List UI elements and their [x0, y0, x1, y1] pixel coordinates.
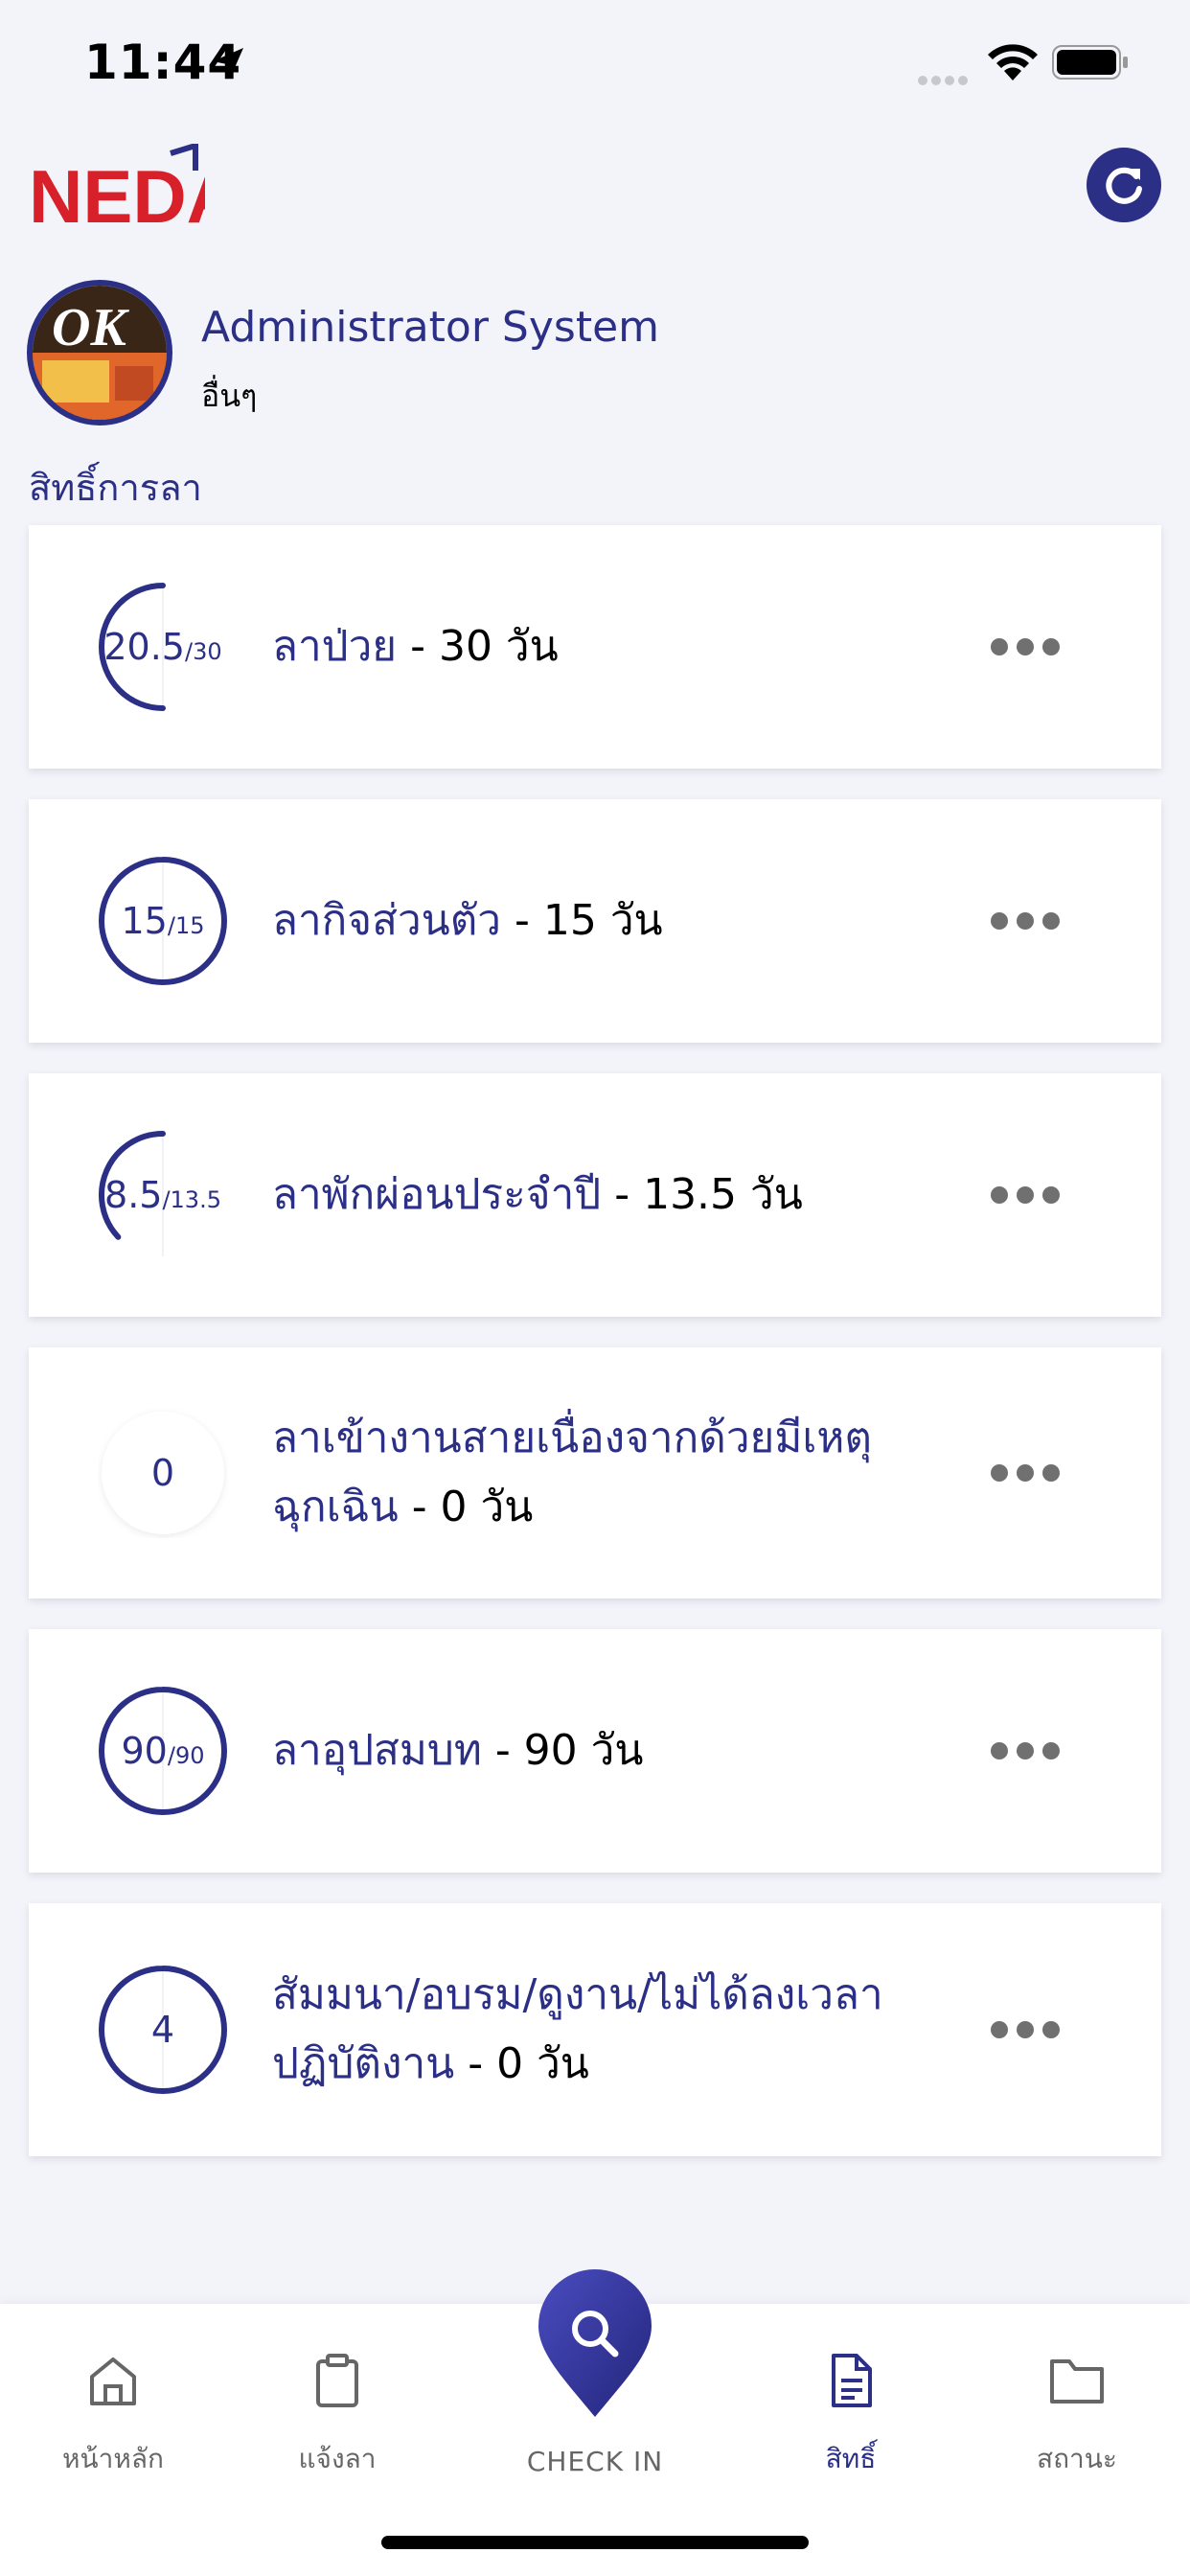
location-arrow-icon: [213, 48, 243, 79]
avatar: OK: [27, 280, 172, 426]
leave-days: - 0 วัน: [398, 1483, 534, 1531]
nav-status[interactable]: สถานะ: [981, 2352, 1173, 2480]
home-icon: [90, 2358, 136, 2405]
leave-card-sick[interactable]: 20.5/30 ลาป่วย - 30 วัน: [29, 525, 1161, 769]
nav-status-label: สถานะ: [1037, 2443, 1117, 2474]
leave-name-line2: ฉุกเฉิน: [272, 1483, 399, 1531]
leave-name-line1: สัมมนา/อบรม/ดูงาน/ไม่ได้ลงเวลา: [272, 1970, 883, 2019]
clipboard-icon: [316, 2354, 358, 2407]
ring-total: /90: [167, 1742, 205, 1769]
nav-rights-label: สิทธิ์: [825, 2443, 877, 2474]
ring-total: /30: [184, 638, 222, 665]
checkin-button[interactable]: [537, 2267, 653, 2421]
leave-name: ลาพักผ่อนประจำปี: [272, 1170, 602, 1219]
more-options-icon[interactable]: [991, 1739, 1060, 1762]
ring-value: 4: [150, 2009, 175, 2051]
leave-card-ordination[interactable]: 90/90 ลาอุปสมบท - 90 วัน: [29, 1629, 1161, 1873]
leave-days: - 30 วัน: [397, 622, 559, 671]
leave-days: - 0 วัน: [454, 2039, 589, 2088]
nav-leave-request[interactable]: แจ้งลา: [241, 2352, 433, 2480]
progress-ring: 4: [98, 1965, 228, 2095]
leave-days: - 15 วัน: [501, 896, 663, 945]
profile-name: Administrator System: [201, 303, 660, 352]
checkin-label: CHECK IN: [526, 2446, 664, 2477]
leave-name-line2: ปฏิบัติงาน: [272, 2039, 455, 2088]
more-options-icon[interactable]: [991, 1184, 1060, 1207]
leave-name-line1: ลาเข้างานสายเนื่องจากด้วยมีเหตุ: [272, 1414, 872, 1462]
leave-label: สัมมนา/อบรม/ดูงาน/ไม่ได้ลงเวลา ปฏิบัติงา…: [272, 1961, 943, 2099]
more-options-icon[interactable]: [991, 1461, 1060, 1484]
wifi-icon: [988, 44, 1038, 80]
leave-days: - 13.5 วัน: [601, 1170, 803, 1219]
leave-card-seminar[interactable]: 4 สัมมนา/อบรม/ดูงาน/ไม่ได้ลงเวลา ปฏิบัติ…: [29, 1903, 1161, 2156]
ring-value: 0: [150, 1452, 175, 1494]
ring-value: 15: [121, 900, 168, 942]
ring-total: /15: [167, 912, 205, 939]
nav-home-label: หน้าหลัก: [62, 2443, 164, 2474]
leave-label: ลาอุปสมบท - 90 วัน: [272, 1716, 943, 1785]
leave-card-personal[interactable]: 15/15 ลากิจส่วนตัว - 15 วัน: [29, 799, 1161, 1043]
leave-label: ลาเข้างานสายเนื่องจากด้วยมีเหตุ ฉุกเฉิน …: [272, 1404, 943, 1542]
avatar-text: OK: [52, 298, 129, 357]
document-icon: [832, 2354, 872, 2407]
battery-icon: [1052, 45, 1128, 80]
leave-label: ลากิจส่วนตัว - 15 วัน: [272, 886, 943, 955]
leave-list: 20.5/30 ลาป่วย - 30 วัน 15/15 ลากิจส่วนต…: [29, 525, 1161, 2187]
ring-value: 90: [121, 1730, 168, 1772]
refresh-button[interactable]: [1087, 148, 1161, 222]
leave-label: ลาพักผ่อนประจำปี - 13.5 วัน: [272, 1161, 943, 1230]
more-options-icon[interactable]: [991, 909, 1060, 932]
leave-name: ลากิจส่วนตัว: [272, 896, 502, 945]
leave-days: - 90 วัน: [481, 1726, 644, 1775]
progress-ring: 15/15: [98, 856, 228, 986]
ring-total: /13.5: [162, 1186, 221, 1213]
cellular-signal-icon: [918, 71, 972, 89]
leave-card-annual[interactable]: 8.5/13.5 ลาพักผ่อนประจำปี - 13.5 วัน: [29, 1073, 1161, 1317]
progress-ring: 0: [98, 1408, 228, 1538]
neda-logo: NEDA: [29, 144, 205, 230]
status-bar: 11:44: [0, 0, 1190, 134]
profile-role: อื่นๆ: [201, 378, 258, 414]
leave-name: ลาป่วย: [272, 622, 398, 671]
progress-ring: 90/90: [98, 1686, 228, 1816]
home-indicator: [381, 2536, 809, 2549]
folder-icon: [1050, 2359, 1104, 2404]
logo-text: NEDA: [29, 154, 205, 230]
nav-rights[interactable]: สิทธิ์: [755, 2352, 947, 2480]
leave-name: ลาอุปสมบท: [272, 1726, 482, 1775]
screen: 11:44 NEDA: [0, 0, 1190, 2576]
leave-card-late-emergency[interactable]: 0 ลาเข้างานสายเนื่องจากด้วยมีเหตุ ฉุกเฉิ…: [29, 1347, 1161, 1598]
progress-ring: 8.5/13.5: [98, 1130, 228, 1260]
section-title: สิทธิ์การลา: [29, 467, 202, 509]
nav-leave-request-label: แจ้งลา: [298, 2443, 377, 2474]
leave-label: ลาป่วย - 30 วัน: [272, 612, 943, 681]
more-options-icon[interactable]: [991, 635, 1060, 658]
nav-home[interactable]: หน้าหลัก: [17, 2352, 209, 2480]
progress-ring: 20.5/30: [98, 582, 228, 712]
ring-value: 8.5: [104, 1174, 163, 1216]
more-options-icon[interactable]: [991, 2018, 1060, 2041]
refresh-icon: [1106, 167, 1142, 204]
ring-value: 20.5: [103, 626, 185, 668]
